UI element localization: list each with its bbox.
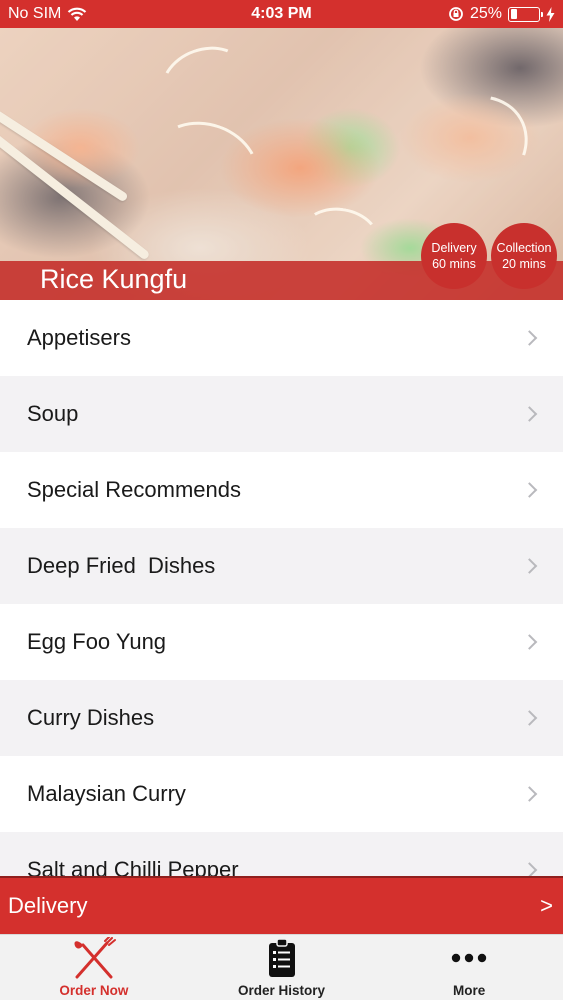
battery-percent: 25% bbox=[469, 5, 502, 22]
tab-label: Order History bbox=[237, 983, 326, 998]
tab-bar: Order Now Order History More bbox=[0, 934, 563, 1000]
menu-item-appetisers[interactable]: Appetisers bbox=[0, 300, 563, 376]
chevron-right-icon bbox=[521, 634, 538, 650]
restaurant-hero-image: Rice Kungfu Delivery 60 mins Collection … bbox=[0, 28, 563, 300]
menu-item-deep-fried-dishes[interactable]: Deep Fried Dishes bbox=[0, 528, 563, 604]
orientation-lock-icon bbox=[449, 7, 463, 21]
delivery-badge-label: Delivery bbox=[431, 241, 477, 255]
delivery-badge-time: 60 mins bbox=[432, 257, 476, 271]
collection-badge-label: Collection bbox=[496, 241, 552, 255]
menu-item-curry-dishes[interactable]: Curry Dishes bbox=[0, 680, 563, 756]
menu-item-special-recommends[interactable]: Special Recommends bbox=[0, 452, 563, 528]
menu-item-soup[interactable]: Soup bbox=[0, 376, 563, 452]
menu-item-label: Special Recommends bbox=[27, 477, 241, 502]
tab-label: More bbox=[453, 983, 486, 998]
menu-item-malaysian-curry[interactable]: Malaysian Curry bbox=[0, 756, 563, 832]
more-dots-icon bbox=[451, 936, 487, 980]
menu-item-label: Deep Fried Dishes bbox=[27, 553, 216, 578]
status-bar: No SIM 4:03 PM 25% bbox=[0, 0, 563, 28]
chevron-right-icon bbox=[521, 330, 538, 346]
menu-item-label: Appetisers bbox=[27, 325, 131, 350]
menu-item-salt-and-chilli-pepper[interactable]: Salt and Chilli Pepper bbox=[0, 832, 563, 876]
delivery-time-badge: Delivery 60 mins bbox=[421, 223, 487, 289]
charging-bolt-icon bbox=[546, 6, 555, 22]
clipboard-list-icon bbox=[268, 936, 296, 980]
restaurant-name: Rice Kungfu bbox=[40, 264, 188, 294]
collection-time-badge: Collection 20 mins bbox=[491, 223, 557, 289]
delivery-mode-bar[interactable]: Delivery > bbox=[0, 876, 563, 934]
menu-item-label: Salt and Chilli Pepper bbox=[27, 857, 239, 876]
fork-knife-icon bbox=[71, 936, 117, 980]
wifi-icon bbox=[68, 7, 87, 21]
delivery-mode-label: Delivery bbox=[8, 893, 88, 918]
chevron-right-icon bbox=[521, 406, 538, 422]
tab-more[interactable]: More bbox=[375, 935, 563, 1000]
menu-category-list[interactable]: Appetisers Soup Special Recommends Deep … bbox=[0, 300, 563, 876]
tab-order-history[interactable]: Order History bbox=[188, 935, 376, 1000]
tab-order-now[interactable]: Order Now bbox=[0, 935, 188, 1000]
chevron-right-icon bbox=[521, 710, 538, 726]
battery-icon bbox=[508, 6, 543, 22]
chevron-right-icon: > bbox=[540, 893, 553, 918]
collection-badge-time: 20 mins bbox=[502, 257, 546, 271]
carrier-label: No SIM bbox=[8, 5, 62, 22]
chevron-right-icon bbox=[521, 862, 538, 876]
chevron-right-icon bbox=[521, 786, 538, 802]
menu-item-label: Soup bbox=[27, 401, 79, 426]
chevron-right-icon bbox=[521, 558, 538, 574]
menu-item-label: Malaysian Curry bbox=[27, 781, 186, 806]
tab-label: Order Now bbox=[59, 983, 129, 998]
menu-item-label: Curry Dishes bbox=[27, 705, 155, 730]
chevron-right-icon bbox=[521, 482, 538, 498]
menu-item-label: Egg Foo Yung bbox=[27, 629, 167, 654]
menu-item-egg-foo-yung[interactable]: Egg Foo Yung bbox=[0, 604, 563, 680]
